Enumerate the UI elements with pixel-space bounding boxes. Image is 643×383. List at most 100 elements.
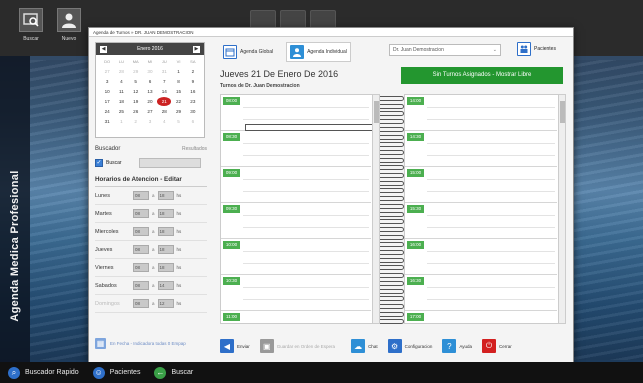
calendar-day[interactable]: 3 (143, 117, 157, 126)
calendar-day[interactable]: 1 (171, 67, 185, 76)
hours-to-select[interactable]: 18 (157, 245, 174, 254)
hours-to-select[interactable]: 18 (157, 191, 174, 200)
time-slot[interactable]: 16:30 (405, 275, 557, 311)
hours-to-select[interactable]: 18 (157, 227, 174, 236)
calendar-day[interactable]: 31 (100, 117, 114, 126)
calendar-day[interactable]: 27 (100, 67, 114, 76)
calendar-day[interactable]: 18 (114, 97, 128, 106)
calendar-day[interactable]: 4 (114, 77, 128, 86)
pacientes-button[interactable]: Pacientes (517, 42, 556, 56)
hours-to-select[interactable]: 12 (157, 299, 174, 308)
hours-from-select[interactable]: 08 (133, 191, 149, 200)
time-slot[interactable]: 08:30 (221, 131, 371, 167)
calendar-day[interactable]: 21 (157, 97, 172, 106)
professional-select[interactable]: Dr. Juan Demostracion ⌄ (389, 44, 501, 56)
calendar-day[interactable]: 1 (114, 117, 128, 126)
time-slot[interactable]: 15:30 (405, 203, 557, 239)
time-slot[interactable]: 14:00 (405, 95, 557, 131)
calendar-day[interactable]: 29 (171, 107, 185, 116)
binder-ring (380, 203, 404, 209)
calendar-day[interactable]: 25 (114, 107, 128, 116)
calendar-day[interactable]: 6 (186, 117, 200, 126)
calendar-day[interactable]: 17 (100, 97, 114, 106)
calendar-day[interactable]: 3 (100, 77, 114, 86)
appointment-slot-selected[interactable] (245, 124, 377, 131)
calendar-day[interactable]: 27 (143, 107, 157, 116)
nuevo-toolbar-button[interactable]: Nuevo (52, 8, 86, 52)
calendar-day[interactable]: 22 (171, 97, 185, 106)
calendar-day[interactable]: 15 (171, 87, 185, 96)
hours-from-select[interactable]: 08 (133, 263, 149, 272)
calendar-day[interactable]: 4 (157, 117, 171, 126)
hours-from-select[interactable]: 08 (133, 227, 149, 236)
calendar-info-icon[interactable]: ▦ (95, 338, 106, 349)
scrollbar-thumb[interactable] (560, 101, 565, 123)
calendar-day[interactable]: 19 (129, 97, 143, 106)
next-month-icon[interactable]: ▶ (192, 45, 200, 53)
buscar-bottom-label: Buscar (171, 369, 194, 376)
hours-title[interactable]: Horarios de Atencion - Editar (95, 176, 207, 187)
buscador-rapido-button[interactable]: ⌕ Buscador Rapido (8, 366, 79, 379)
time-slot[interactable]: 17:00 (405, 311, 557, 323)
hours-from-select[interactable]: 08 (133, 209, 149, 218)
scrollbar-left[interactable] (372, 95, 379, 323)
hours-to-select[interactable]: 14 (157, 281, 174, 290)
save-button[interactable]: ▣ Guardar en Orden de Espera (259, 339, 335, 353)
help-button[interactable]: ? Ayuda (442, 339, 472, 353)
calendar-day[interactable]: 6 (143, 77, 157, 86)
calendar-day[interactable]: 2 (186, 67, 200, 76)
time-slot[interactable]: 15:00 (405, 167, 557, 203)
calendar-day[interactable]: 12 (129, 87, 143, 96)
hours-from-select[interactable]: 08 (133, 299, 149, 308)
calendar-day[interactable]: 2 (129, 117, 143, 126)
time-slot[interactable]: 16:00 (405, 239, 557, 275)
gear-button[interactable]: ⚙ Configuracion (387, 339, 432, 353)
calendar-day[interactable]: 28 (157, 107, 171, 116)
time-slot[interactable]: 09:00 (221, 167, 371, 203)
buscar-checkbox[interactable]: ✓ (95, 159, 103, 167)
hours-to-select[interactable]: 18 (157, 263, 174, 272)
calendar-day[interactable]: 5 (171, 117, 185, 126)
chat-button[interactable]: ☁ Chat (351, 339, 378, 353)
time-slot[interactable]: 11:00 (221, 311, 371, 323)
calendar-day[interactable]: 26 (129, 107, 143, 116)
calendar-day[interactable]: 7 (157, 77, 171, 86)
calendar-day[interactable]: 24 (100, 107, 114, 116)
tab-agenda-global[interactable]: Agenda Global (220, 43, 276, 61)
time-slot[interactable]: 14:30 (405, 131, 557, 167)
calendar-day[interactable]: 5 (129, 77, 143, 86)
calendar-day[interactable]: 9 (186, 77, 200, 86)
time-slot[interactable]: 09:30 (221, 203, 371, 239)
binder-ring (380, 234, 404, 240)
hours-from-select[interactable]: 08 (133, 245, 149, 254)
search-input[interactable] (138, 158, 201, 168)
hours-from-select[interactable]: 08 (133, 281, 149, 290)
calendar-day[interactable]: 10 (100, 87, 114, 96)
calendar-day[interactable]: 30 (143, 67, 157, 76)
buscar-bottom-button[interactable]: ← Buscar (154, 366, 194, 379)
prev-month-icon[interactable]: ◀ (100, 45, 107, 53)
calendar-day[interactable]: 28 (114, 67, 128, 76)
binder-ring (380, 296, 404, 302)
pacientes-bottom-button[interactable]: ☺ Pacientes (92, 366, 140, 379)
calendar-day[interactable]: 29 (129, 67, 143, 76)
calendar-day[interactable]: 31 (157, 67, 171, 76)
time-slot[interactable]: 10:30 (221, 275, 371, 311)
tab-agenda-individual[interactable]: Agenda Individual (286, 42, 351, 62)
calendar-day[interactable]: 14 (157, 87, 171, 96)
time-slot[interactable]: 10:00 (221, 239, 371, 275)
calendar-day[interactable]: 8 (171, 77, 185, 86)
send-button[interactable]: ◀ Enviar (220, 339, 250, 353)
calendar-day[interactable]: 16 (186, 87, 200, 96)
hours-to-select[interactable]: 18 (157, 209, 174, 218)
scrollbar-thumb[interactable] (374, 101, 379, 123)
calendar-day[interactable]: 23 (186, 97, 200, 106)
calendar-day[interactable]: 13 (143, 87, 157, 96)
status-banner[interactable]: Sin Turnos Asignados - Mostrar Libre (401, 67, 563, 84)
calendar-day[interactable]: 30 (186, 107, 200, 116)
scrollbar-right[interactable] (558, 95, 565, 323)
close-button[interactable]: ⏻ Cerrar (482, 339, 512, 353)
buscar-toolbar-button[interactable]: Buscar (14, 8, 48, 52)
calendar-day[interactable]: 20 (143, 97, 157, 106)
calendar-day[interactable]: 11 (114, 87, 128, 96)
